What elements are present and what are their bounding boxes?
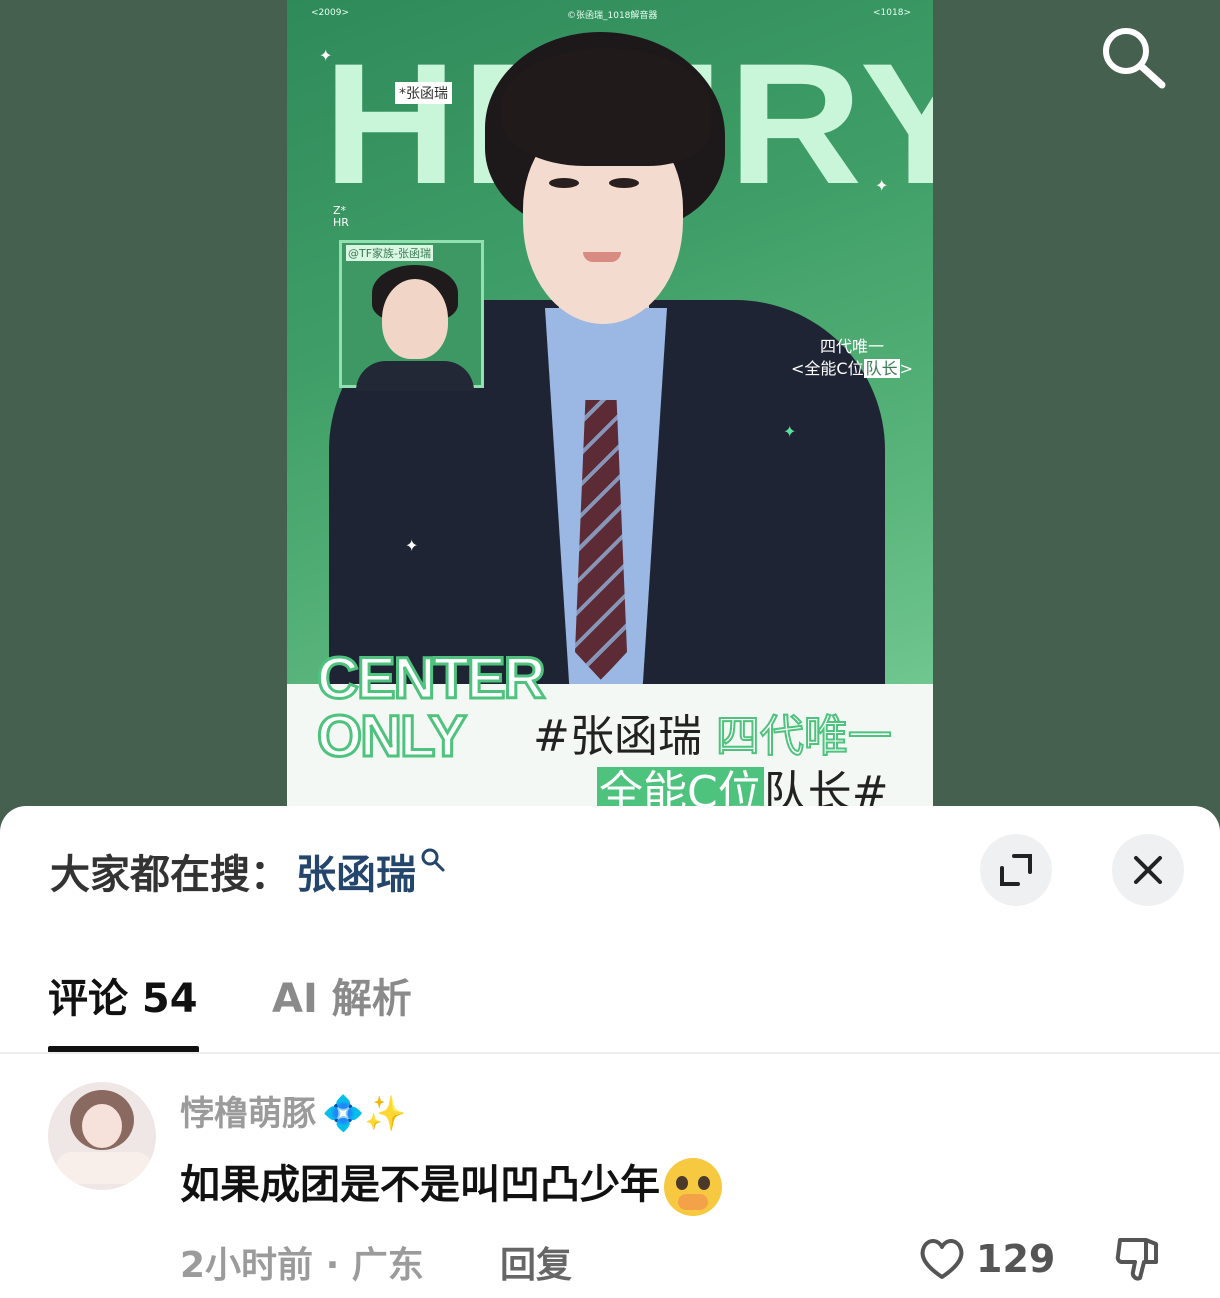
comment-time-location: 2小时前 · 广东 <box>180 1245 424 1286</box>
avatar-face <box>82 1104 122 1148</box>
username-emoji: 💠✨ <box>322 1094 407 1134</box>
poster-thumbnail: @TF家族-张函瑞 <box>339 240 484 391</box>
poster-center-only: CENTER ONLY <box>315 646 546 769</box>
side-tag-line2: <全能C位 队长 > <box>791 359 914 378</box>
expand-button[interactable] <box>980 834 1052 906</box>
pleading-face-emoji <box>664 1158 722 1216</box>
person-eye-left <box>549 178 579 188</box>
comment-text: 如果成团是不是叫凹凸少年 <box>180 1162 660 1208</box>
star-icon: ✦ <box>319 46 333 65</box>
tab-ai-analysis[interactable]: AI 解析 <box>272 966 412 1024</box>
star-icon: ✦ <box>783 422 797 441</box>
username-text: 悖橹萌豚 <box>180 1094 316 1134</box>
like-button[interactable]: 129 <box>918 1234 1055 1284</box>
search-icon[interactable] <box>420 847 446 873</box>
expand-icon <box>1000 854 1032 886</box>
divider <box>0 1052 1220 1054</box>
dislike-button[interactable] <box>1114 1236 1162 1282</box>
person-bangs <box>501 48 711 166</box>
thumb-face <box>382 279 448 359</box>
poster-watermark: ©张函瑞_1018解音器 <box>567 11 658 21</box>
poster-date-right: <1018> <box>873 8 911 18</box>
poster-hashtag-line1: #张函瑞 四代唯一 <box>533 710 893 763</box>
heart-icon <box>920 1239 964 1279</box>
thumbs-down-icon <box>1115 1238 1158 1281</box>
like-count: 129 <box>976 1237 1056 1281</box>
thumb-label: @TF家族-张函瑞 <box>346 245 434 261</box>
comment-username[interactable]: 悖橹萌豚 💠✨ <box>180 1086 407 1135</box>
reply-button[interactable]: 回复 <box>500 1236 572 1288</box>
poster-name-tag: *张函瑞 <box>395 82 452 104</box>
trending-label: 大家都在搜： <box>50 852 290 898</box>
side-tag-line1: 四代唯一 <box>820 337 885 356</box>
trending-keyword-link[interactable]: 张函瑞 <box>296 842 416 900</box>
comment-body: 如果成团是不是叫凹凸少年 <box>180 1152 722 1216</box>
avatar[interactable] <box>48 1082 156 1190</box>
poster-side-tag: 四代唯一 <全能C位 队长 > <box>791 336 913 380</box>
avatar-arm <box>56 1152 152 1184</box>
star-icon: ✦ <box>875 176 889 195</box>
close-button[interactable] <box>1112 834 1184 906</box>
person-mouth <box>583 252 621 262</box>
poster-year-left: <2009> <box>311 8 349 18</box>
star-icon: ✦ <box>405 536 419 555</box>
trending-search-bar: 大家都在搜： 张函瑞 <box>50 836 446 906</box>
poster-image[interactable]: <2009> ©张函瑞_1018解音器 <1018> HENRY *张函瑞 Z*… <box>287 0 933 830</box>
tab-comments[interactable]: 评论 54 <box>48 966 198 1024</box>
poster-initials: Z* HR <box>333 204 349 229</box>
thumb-body <box>356 361 474 391</box>
close-icon <box>1134 856 1162 884</box>
person-eye-right <box>609 178 639 188</box>
search-icon[interactable] <box>1098 24 1168 90</box>
